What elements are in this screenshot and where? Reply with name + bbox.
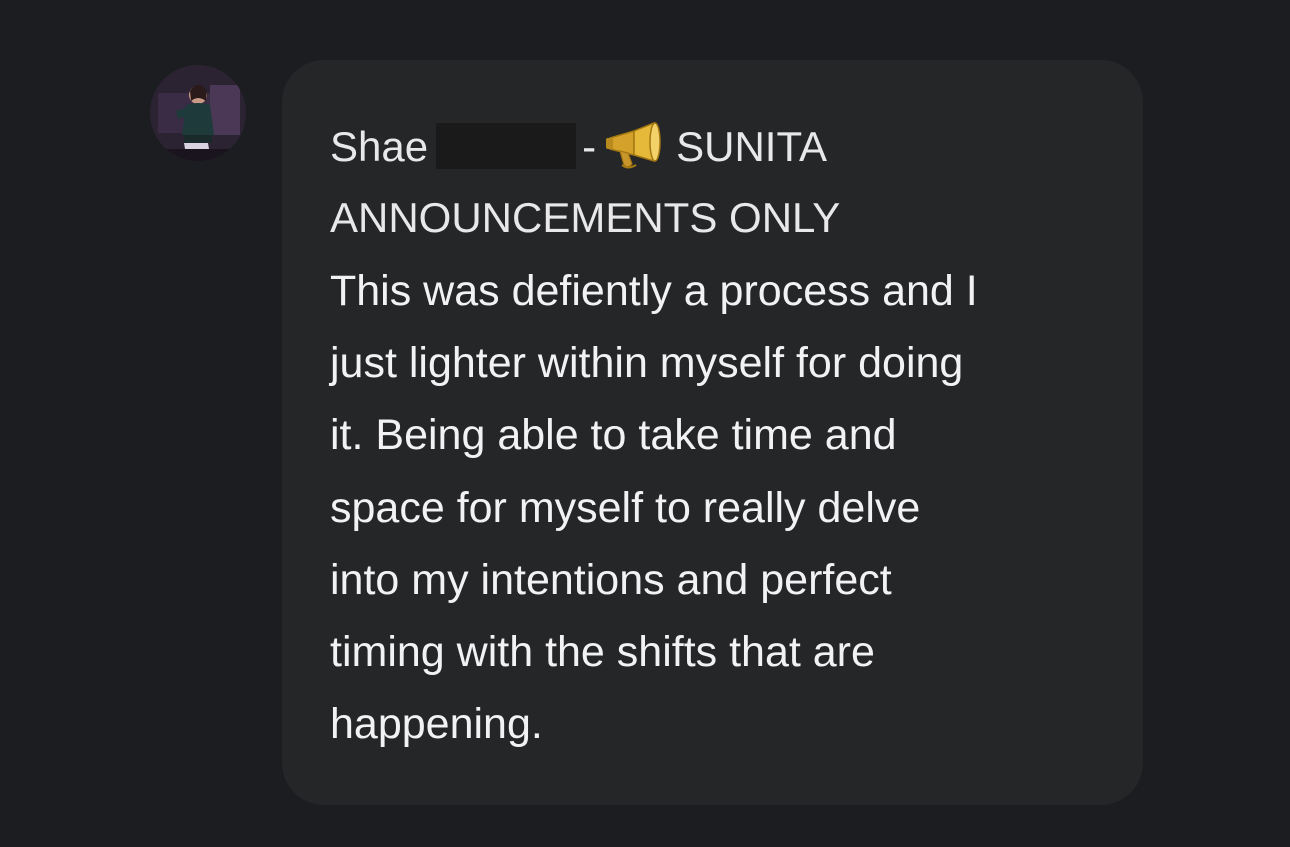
sender-line: Shae - SUNITA — [330, 118, 1110, 176]
redacted-surname — [436, 123, 577, 169]
message-text: This was defiently a process and I just … — [330, 255, 1120, 760]
megaphone-icon — [604, 121, 666, 171]
message-line: it. Being able to take time and — [330, 411, 897, 460]
separator: - — [582, 123, 597, 170]
message-line: happening. — [330, 700, 543, 749]
sender-name[interactable]: Shae — [330, 123, 428, 170]
message-line: space for myself to really delve — [330, 483, 921, 532]
message-line: This was defiently a process and I — [330, 267, 978, 315]
avatar[interactable] — [150, 65, 246, 161]
chat-screen: Shae - SUNITA ANNOUNCEMENTS ONLY This was… — [0, 0, 1290, 847]
message-line: timing with the shifts that are — [330, 628, 875, 677]
message-line: just lighter within myself for doing — [330, 339, 964, 388]
channel-name-part1[interactable]: SUNITA — [676, 123, 827, 170]
message-header: Shae - SUNITA ANNOUNCEMENTS ONLY — [330, 118, 1110, 248]
message-line: into my intentions and perfect — [330, 555, 892, 604]
channel-name-part2[interactable]: ANNOUNCEMENTS ONLY — [330, 176, 1110, 248]
avatar-photo — [150, 65, 246, 161]
